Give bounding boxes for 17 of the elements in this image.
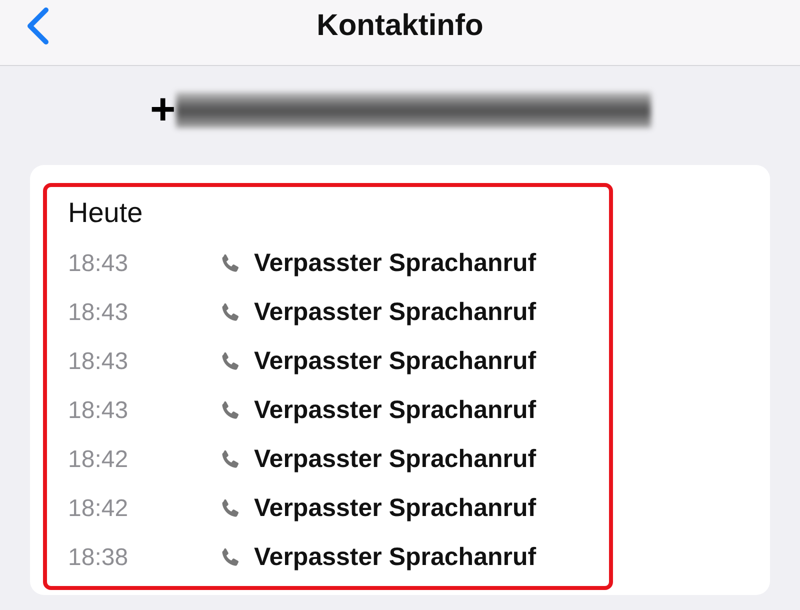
call-time: 18:42 [68,446,130,474]
call-time: 18:43 [68,250,130,278]
phone-prefix: + [150,88,176,132]
screen-title: Kontaktinfo [316,8,484,42]
call-label: Verpasster Sprachanruf [254,543,536,572]
call-label: Verpasster Sprachanruf [254,249,536,278]
call-time: 18:43 [68,348,130,376]
call-time: 18:43 [68,298,130,326]
call-label: Verpasster Sprachanruf [254,494,536,523]
call-label: Verpasster Sprachanruf [254,445,536,474]
call-label: Verpasster Sprachanruf [254,396,536,425]
call-time: 18:43 [68,396,130,424]
call-label: Verpasster Sprachanruf [254,298,536,327]
call-time: 18:42 [68,494,130,522]
call-time: 18:38 [68,544,130,572]
call-label: Verpasster Sprachanruf [254,347,536,376]
section-heading: Heute [68,196,143,230]
